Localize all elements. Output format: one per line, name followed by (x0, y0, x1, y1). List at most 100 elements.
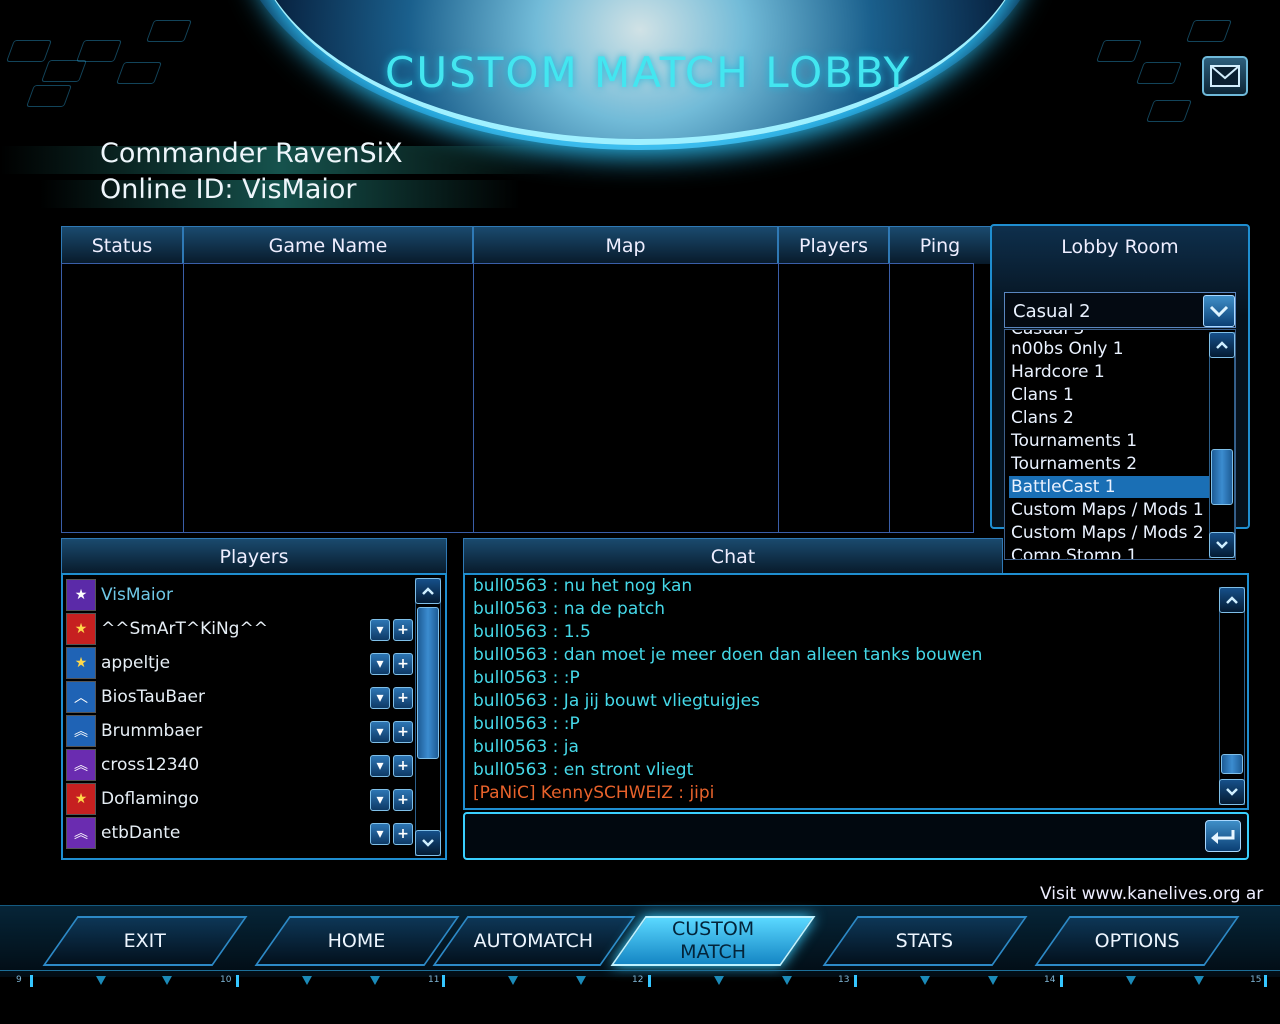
commander-name: Commander RavenSiX (100, 138, 403, 169)
ruler-tick (442, 975, 445, 987)
col-header-game-name[interactable]: Game Name (183, 226, 473, 264)
scroll-thumb[interactable] (1221, 754, 1243, 774)
lobby-option[interactable]: n00bs Only 1 (1009, 338, 1209, 360)
custom-match-button[interactable]: CUSTOM MATCH (610, 916, 816, 966)
chevron-rank-icon: ︿ (66, 681, 96, 713)
lobby-room-select[interactable]: Casual 2 (1004, 292, 1236, 328)
thumbs-down-button[interactable]: ▾ (370, 687, 390, 709)
plus-icon: + (397, 826, 409, 842)
chat-message: bull0563 : :P (473, 668, 580, 688)
player-name: appeltje (101, 653, 171, 673)
mail-button[interactable] (1202, 56, 1248, 96)
thumbs-down-button[interactable]: ▾ (370, 653, 390, 675)
scroll-up-button[interactable] (1209, 332, 1235, 358)
lobby-option[interactable]: Comp Stomp 1 (1009, 545, 1209, 559)
chat-panel-header: Chat (463, 538, 1003, 574)
col-header-ping[interactable]: Ping (889, 226, 991, 264)
col-header-label: Players (798, 234, 869, 257)
player-row[interactable]: ︽ cross12340 (66, 748, 416, 782)
chat-input[interactable] (463, 812, 1249, 860)
scroll-thumb[interactable] (417, 607, 439, 759)
add-buddy-button[interactable]: + (393, 721, 413, 743)
chat-message: bull0563 : :P (473, 714, 580, 734)
col-header-status[interactable]: Status (61, 226, 183, 264)
exit-button[interactable]: EXIT (42, 916, 248, 966)
chat-message: bull0563 : dan moet je meer doen dan all… (473, 645, 983, 665)
red-star-rank-icon: ★ (66, 783, 96, 815)
players-list[interactable]: ★ VisMaior ★ ^^SmArT^KiNg^^ ★ appeltje ︿… (61, 573, 447, 860)
scroll-up-button[interactable] (415, 578, 441, 604)
stats-button[interactable]: STATS (822, 916, 1028, 966)
chat-title: Chat (710, 545, 756, 568)
hex-decoration (1095, 40, 1143, 62)
players-scrollbar[interactable] (415, 578, 441, 856)
chat-log[interactable]: bull0563 : nu het nog kan bull0563 : na … (463, 573, 1249, 810)
exit-label: EXIT (123, 929, 167, 952)
plus-icon: + (397, 622, 409, 638)
players-title: Players (219, 545, 289, 568)
chevron-down-icon (1209, 305, 1229, 318)
player-row[interactable]: ★ ^^SmArT^KiNg^^ (66, 612, 416, 646)
thumbs-down-button[interactable]: ▾ (370, 721, 390, 743)
player-row[interactable]: ★ VisMaior (66, 578, 416, 612)
lobby-option[interactable]: Hardcore 1 (1009, 361, 1209, 383)
games-list[interactable] (61, 263, 974, 533)
scroll-thumb[interactable] (1211, 449, 1233, 505)
scroll-up-button[interactable] (1219, 587, 1245, 613)
col-header-players[interactable]: Players (778, 226, 889, 264)
player-name: cross12340 (101, 755, 200, 775)
add-buddy-button[interactable]: + (393, 619, 413, 641)
lobby-option[interactable]: Clans 2 (1009, 407, 1209, 429)
lobby-option[interactable]: Custom Maps / Mods 2 (1009, 522, 1209, 544)
add-buddy-button[interactable]: + (393, 823, 413, 845)
thumbs-down-button[interactable]: ▾ (370, 619, 390, 641)
plus-icon: + (397, 724, 409, 740)
lobby-option-selected[interactable]: BattleCast 1 (1009, 476, 1209, 498)
thumbs-down-button[interactable]: ▾ (370, 789, 390, 811)
player-row[interactable]: ★ appeltje (66, 646, 416, 680)
purple-chevron-rank-icon: ︽ (66, 749, 96, 781)
stats-label: STATS (896, 929, 954, 952)
scroll-down-button[interactable] (1209, 532, 1235, 558)
hex-decoration (115, 62, 163, 84)
ruler-tick (1264, 975, 1267, 987)
hex-decoration (5, 40, 53, 62)
column-divider (473, 264, 474, 532)
add-buddy-button[interactable]: + (393, 789, 413, 811)
automatch-button[interactable]: AUTOMATCH (432, 916, 636, 966)
plus-icon: + (397, 690, 409, 706)
lobby-option[interactable]: Custom Maps / Mods 1 (1009, 499, 1209, 521)
hex-decoration (25, 85, 73, 107)
ruler-marker (1194, 976, 1204, 985)
chat-message: bull0563 : Ja jij bouwt vliegtuigjes (473, 691, 760, 711)
lobby-option[interactable]: Clans 1 (1009, 384, 1209, 406)
dropdown-button[interactable] (1203, 295, 1235, 327)
options-button[interactable]: OPTIONS (1034, 916, 1240, 966)
player-row[interactable]: ︽ Brummbaer (66, 714, 416, 748)
player-row[interactable]: ︿ BiosTauBaer (66, 680, 416, 714)
send-button[interactable] (1205, 820, 1241, 852)
home-label: HOME (328, 929, 386, 952)
thumbs-down-button[interactable]: ▾ (370, 823, 390, 845)
add-buddy-button[interactable]: + (393, 687, 413, 709)
player-row[interactable]: ︽ etbDante (66, 816, 416, 850)
add-buddy-button[interactable]: + (393, 755, 413, 777)
lobby-option[interactable]: Tournaments 1 (1009, 430, 1209, 452)
add-buddy-button[interactable]: + (393, 653, 413, 675)
column-divider (183, 264, 184, 532)
lobby-room-dropdown-list[interactable]: Casual 3 n00bs Only 1 Hardcore 1 Clans 1… (1004, 329, 1236, 560)
purple-chevron-rank-icon: ︽ (66, 817, 96, 849)
player-row[interactable]: ★ Doflamingo (66, 782, 416, 816)
lobby-option[interactable]: Tournaments 2 (1009, 453, 1209, 475)
ruler-marker (1126, 976, 1136, 985)
scroll-down-button[interactable] (1219, 779, 1245, 805)
col-header-map[interactable]: Map (473, 226, 778, 264)
scroll-down-button[interactable] (415, 830, 441, 856)
home-button[interactable]: HOME (254, 916, 460, 966)
lobby-scrollbar[interactable] (1209, 332, 1235, 558)
column-divider (778, 264, 779, 532)
online-id: Online ID: VisMaior (100, 174, 357, 205)
plus-icon: + (397, 792, 409, 808)
thumbs-down-button[interactable]: ▾ (370, 755, 390, 777)
chat-scrollbar[interactable] (1219, 587, 1245, 805)
